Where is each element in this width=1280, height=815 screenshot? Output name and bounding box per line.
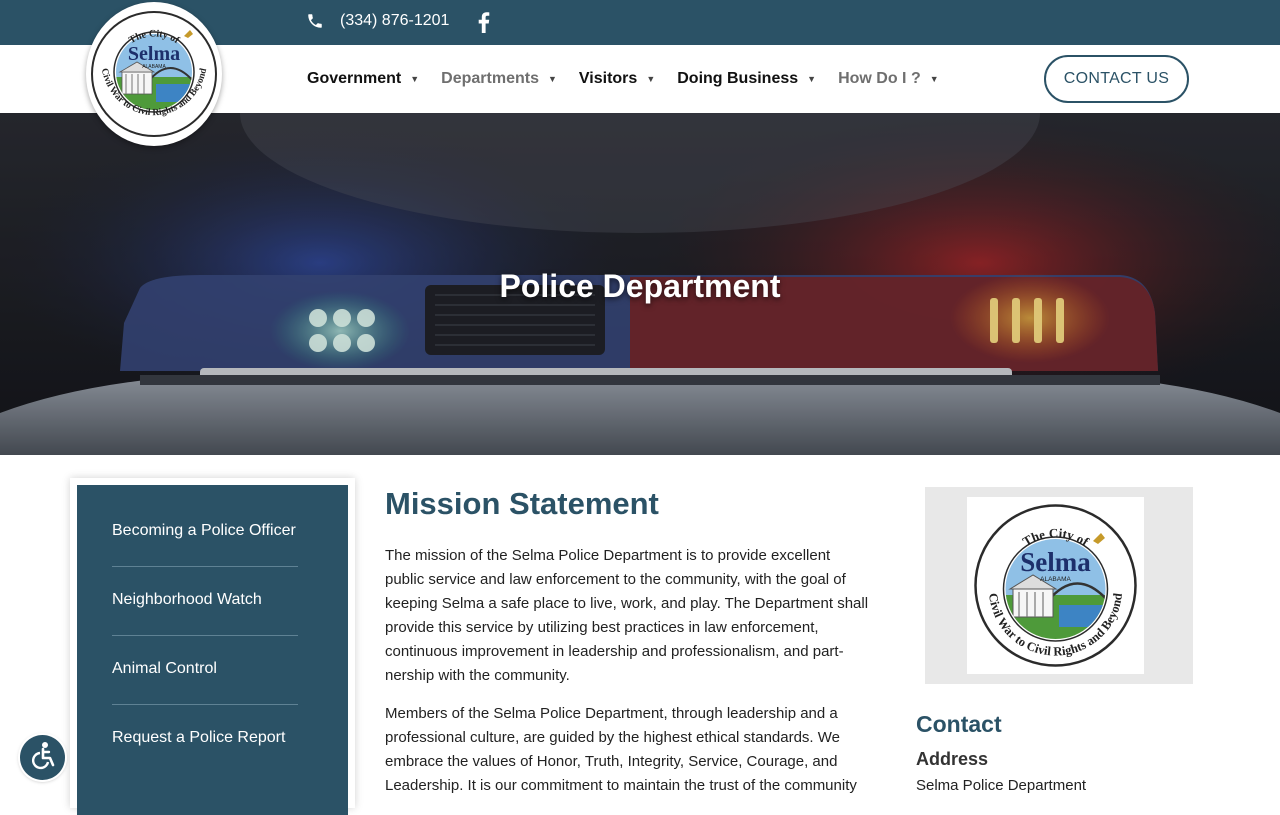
phone-icon (306, 12, 324, 30)
nav-label: Visitors (578, 70, 638, 87)
nav-how-do-i[interactable]: How Do I ? ▼ (838, 70, 939, 88)
contact-us-button[interactable]: CONTACT US (1044, 55, 1189, 103)
text-line: nership with the community. (385, 667, 570, 684)
nav-label: Government (307, 70, 402, 87)
text-line: provide this service by utilizing best p… (385, 619, 819, 636)
sidebar-item-becoming-officer[interactable]: Becoming a Police Officer (112, 522, 298, 540)
seal-panel: The City of Selma ALABAMA Civil War to C… (925, 487, 1193, 684)
city-seal-image: The City of Selma ALABAMA Civil War to C… (967, 497, 1144, 674)
nav-label: How Do I ? (838, 70, 921, 87)
text-line: embrace the values of Honor, Truth, Inte… (385, 753, 838, 770)
mission-paragraph-2: Members of the Selma Police Department, … (385, 702, 890, 798)
contact-heading: Contact (916, 711, 1002, 737)
phone-link[interactable]: (334) 876-1201 (306, 12, 449, 30)
sidebar-item-police-report[interactable]: Request a Police Report (112, 729, 298, 747)
text-line: keeping Selma a safe place to live, work… (385, 595, 869, 612)
text-line: The mission of the Selma Police Departme… (385, 547, 831, 564)
text-line: professional culture, are guided by the … (385, 729, 840, 746)
section-heading: Mission Statement (385, 486, 659, 521)
page-title: Police Department (499, 268, 781, 304)
sidebar-card: Becoming a Police Officer Neighborhood W… (70, 478, 355, 815)
sidebar-nav: Becoming a Police Officer Neighborhood W… (77, 485, 348, 815)
text-line: continuous improvement in leadership and… (385, 643, 844, 660)
text-line: public service and law enforcement to th… (385, 571, 846, 588)
address-heading: Address (916, 749, 989, 769)
seal-state: ALABAMA (1040, 576, 1071, 583)
nav-doing-business[interactable]: Doing Business ▼ (677, 70, 816, 88)
nav-visitors[interactable]: Visitors ▼ (579, 70, 655, 88)
accessibility-button[interactable] (20, 735, 65, 780)
nav-label: Doing Business (677, 70, 799, 87)
sidebar-divider (112, 635, 298, 636)
city-seal-logo[interactable]: The City of Selma ALABAMA Civil War to C… (86, 2, 222, 146)
hero-banner: Police Department (0, 113, 1280, 455)
accessibility-icon (28, 740, 58, 775)
sidebar-divider (112, 566, 298, 567)
mission-paragraph-1: The mission of the Selma Police Departme… (385, 544, 890, 688)
sidebar-item-neighborhood-watch[interactable]: Neighborhood Watch (112, 591, 298, 609)
nav-label: Departments (441, 70, 539, 87)
primary-nav: Government ▼ Departments ▼ Visitors ▼ Do… (307, 45, 961, 113)
sidebar-divider (112, 704, 298, 705)
nav-departments[interactable]: Departments ▼ (441, 70, 557, 88)
phone-number[interactable]: (334) 876-1201 (340, 12, 449, 30)
text-line: Leadership. It is our commitment to main… (385, 777, 857, 794)
seal-name: Selma (128, 43, 180, 65)
main-content: Mission Statement The mission of the Sel… (385, 486, 890, 812)
chevron-down-icon: ▼ (410, 74, 420, 84)
text-line: Members of the Selma Police Department, … (385, 705, 838, 722)
chevron-down-icon: ▼ (646, 74, 656, 84)
chevron-down-icon: ▼ (807, 74, 817, 84)
seal-name: Selma (1020, 547, 1091, 577)
address-line: Selma Police Department (916, 777, 1087, 794)
chevron-down-icon: ▼ (547, 74, 557, 84)
seal-state: ALABAMA (142, 64, 166, 70)
nav-government[interactable]: Government ▼ (307, 70, 419, 88)
sidebar-item-animal-control[interactable]: Animal Control (112, 660, 298, 678)
chevron-down-icon: ▼ (929, 74, 939, 84)
facebook-icon[interactable] (474, 11, 492, 38)
